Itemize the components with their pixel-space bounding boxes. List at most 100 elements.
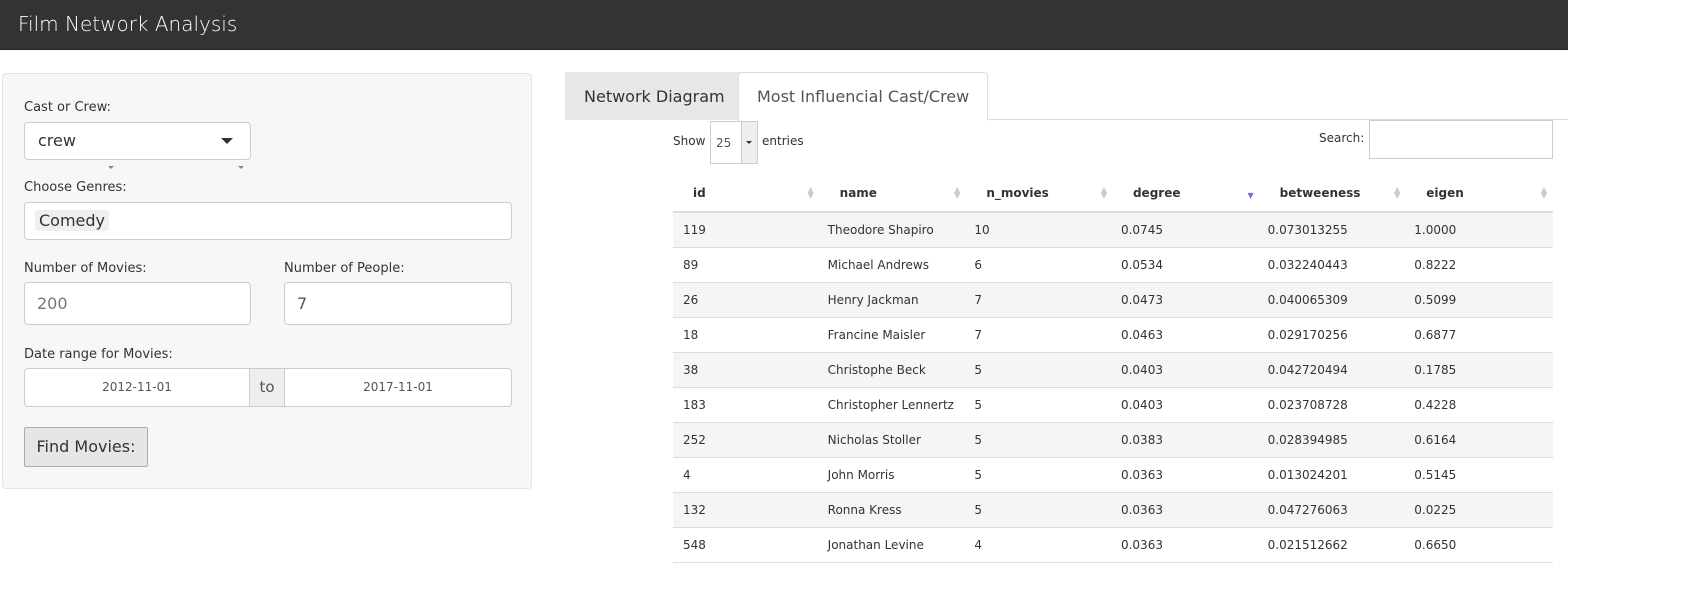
cell-n_movies: 7: [966, 317, 1113, 353]
cell-id: 548: [673, 527, 820, 563]
cell-eigen: 1.0000: [1406, 212, 1553, 248]
column-header-betweeness[interactable]: betweeness ▲ ▼: [1259, 175, 1407, 213]
cell-degree: 0.0403: [1112, 352, 1260, 388]
cell-id: 252: [673, 422, 820, 458]
search-label: Search:: [1319, 131, 1365, 145]
cell-betweeness: 0.032240443: [1259, 247, 1407, 283]
navbar: Film Network Analysis: [0, 0, 1568, 50]
column-label: degree: [1132, 186, 1181, 200]
sort-icon: ▲ ▼: [1100, 185, 1107, 200]
cell-n_movies: 4: [966, 527, 1113, 563]
search-input[interactable]: [1369, 120, 1553, 159]
cell-n_movies: 5: [966, 457, 1113, 493]
cell-degree: 0.0363: [1112, 527, 1260, 563]
num-people-label: Number of People:: [284, 261, 405, 276]
table-row[interactable]: 119 Theodore Shapiro 10 0.0745 0.073013255 1.…: [673, 212, 1553, 248]
cell-degree: 0.0403: [1112, 387, 1260, 423]
cell-eigen: 0.0225: [1406, 492, 1553, 528]
cell-betweeness: 0.042720494: [1259, 352, 1407, 388]
cell-n_movies: 10: [966, 212, 1113, 248]
cell-name: Michael Andrews: [819, 247, 967, 283]
cell-betweeness: 0.021512662: [1259, 527, 1407, 563]
column-label: n_movies: [986, 186, 1049, 200]
cell-betweeness: 0.047276063: [1259, 492, 1407, 528]
cell-eigen: 0.6650: [1406, 527, 1553, 563]
app-title: Film Network Analysis: [18, 12, 238, 36]
cell-degree: 0.0473: [1112, 282, 1260, 318]
cell-name: Francine Maisler: [819, 317, 967, 353]
num-movies-label: Number of Movies:: [24, 261, 147, 276]
cell-id: 4: [673, 457, 820, 493]
cell-name: Jonathan Levine: [819, 527, 967, 563]
find-movies-button[interactable]: Find Movies:: [24, 427, 148, 467]
cell-eigen: 0.8222: [1406, 247, 1553, 283]
sort-desc-icon: ▼: [1247, 191, 1254, 200]
caret-icon: [108, 166, 114, 169]
num-people-input[interactable]: 7: [284, 282, 512, 325]
entries-value: 25: [716, 136, 732, 150]
table-row[interactable]: 89 Michael Andrews 6 0.0534 0.032240443 0.822…: [673, 247, 1553, 283]
table-row[interactable]: 548 Jonathan Levine 4 0.0363 0.021512662 0.66…: [673, 527, 1553, 563]
column-label: betweeness: [1279, 186, 1361, 200]
sort-icon: ▲ ▼: [1394, 185, 1401, 200]
table-row[interactable]: 252 Nicholas Stoller 5 0.0383 0.028394985 0.6…: [673, 422, 1553, 458]
column-label: eigen: [1426, 186, 1464, 200]
cell-betweeness: 0.073013255: [1259, 212, 1407, 248]
cell-id: 183: [673, 387, 820, 423]
cast-or-crew-label: Cast or Crew:: [24, 100, 111, 115]
cell-id: 89: [673, 247, 820, 283]
cell-betweeness: 0.029170256: [1259, 317, 1407, 353]
date-range-label: Date range for Movies:: [24, 347, 173, 362]
tab-network-diagram[interactable]: Network Diagram: [565, 72, 744, 120]
cell-eigen: 0.6164: [1406, 422, 1553, 458]
entries-label: entries: [762, 134, 804, 148]
tab-bar: Network Diagram Most Influencial Cast/Cr…: [565, 72, 1568, 121]
cell-n_movies: 5: [966, 352, 1113, 388]
cast-or-crew-select[interactable]: crew: [24, 122, 251, 160]
column-label: name: [839, 186, 877, 200]
cell-degree: 0.0534: [1112, 247, 1260, 283]
sort-icon: ▲ ▼: [1540, 185, 1547, 200]
start-date-input[interactable]: 2012-11-01: [24, 368, 250, 407]
cell-id: 132: [673, 492, 820, 528]
cell-degree: 0.0383: [1112, 422, 1260, 458]
cell-degree: 0.0463: [1112, 317, 1260, 353]
tab-most-influential[interactable]: Most Influencial Cast/Crew: [738, 72, 989, 121]
table-row[interactable]: 18 Francine Maisler 7 0.0463 0.029170256 0.68…: [673, 317, 1553, 353]
num-people-value: 7: [297, 294, 308, 313]
cell-name: John Morris: [819, 457, 967, 493]
column-header-degree[interactable]: degree ▼: [1112, 175, 1260, 213]
cell-n_movies: 7: [966, 282, 1113, 318]
cell-id: 18: [673, 317, 820, 353]
cell-id: 38: [673, 352, 820, 388]
table-row[interactable]: 26 Henry Jackman 7 0.0473 0.040065309 0.5099: [673, 282, 1553, 318]
cell-n_movies: 5: [966, 422, 1113, 458]
end-date-input[interactable]: 2017-11-01: [284, 368, 512, 407]
cell-name: Christophe Beck: [819, 352, 967, 388]
cell-name: Ronna Kress: [819, 492, 967, 528]
entries-select[interactable]: 25: [710, 121, 758, 164]
column-header-eigen[interactable]: eigen ▲ ▼: [1406, 175, 1553, 213]
column-header-id[interactable]: id ▲ ▼: [673, 175, 820, 213]
table-row[interactable]: 183 Christopher Lennertz 5 0.0403 0.02370872…: [673, 387, 1553, 423]
table-row[interactable]: 4 John Morris 5 0.0363 0.013024201 0.5145: [673, 457, 1553, 493]
genres-input[interactable]: Comedy: [24, 202, 512, 240]
table-row[interactable]: 132 Ronna Kress 5 0.0363 0.047276063 0.0225: [673, 492, 1553, 528]
column-header-n_movies[interactable]: n_movies ▲ ▼: [966, 175, 1113, 213]
cell-id: 26: [673, 282, 820, 318]
cell-degree: 0.0363: [1112, 492, 1260, 528]
table-row[interactable]: 38 Christophe Beck 5 0.0403 0.042720494 0.178…: [673, 352, 1553, 388]
sidebar-panel: Cast or Crew: crew Choose Genres: Comedy…: [2, 73, 532, 489]
chevron-down-icon: [746, 141, 752, 144]
cell-n_movies: 5: [966, 387, 1113, 423]
cell-eigen: 0.5099: [1406, 282, 1553, 318]
cell-name: Christopher Lennertz: [819, 387, 967, 423]
genre-tag[interactable]: Comedy: [35, 210, 110, 231]
cast-or-crew-value: crew: [38, 131, 76, 150]
sort-icon: ▲ ▼: [807, 185, 814, 200]
cell-betweeness: 0.028394985: [1259, 422, 1407, 458]
column-header-name[interactable]: name ▲ ▼: [819, 175, 967, 213]
genres-label: Choose Genres:: [24, 180, 127, 195]
sort-icon: ▲ ▼: [954, 185, 961, 200]
num-movies-input[interactable]: 200: [24, 282, 251, 325]
